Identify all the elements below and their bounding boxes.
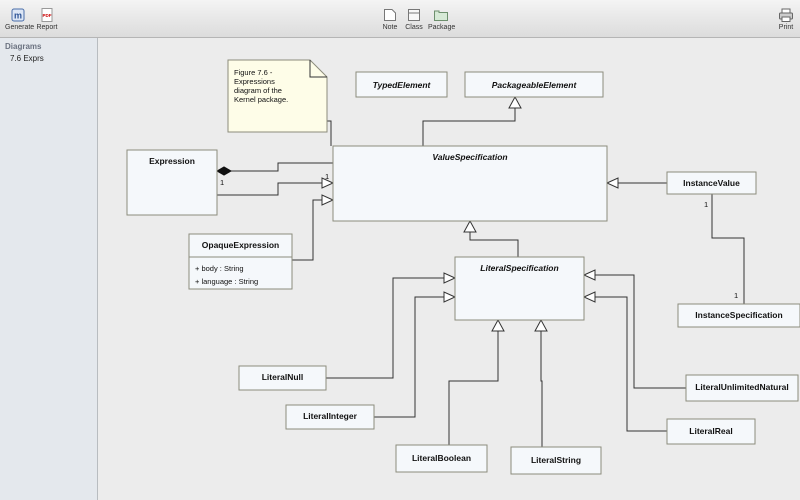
note-line: Kernel package. <box>234 95 288 104</box>
diagram-note[interactable]: Figure 7.6 - Expressions diagram of the … <box>227 59 328 133</box>
toolbar: m Generate PDF Report Note Class Package <box>0 0 800 38</box>
note-line: diagram of the <box>234 86 282 95</box>
class-name: InstanceSpecification <box>695 310 782 320</box>
class-name: LiteralBoolean <box>412 453 471 463</box>
class-diagram: 1 1 1 1 Figure 7.6 - Expressions diagram… <box>126 59 800 475</box>
class-name: LiteralUnlimitedNatural <box>695 382 789 392</box>
composition-expression-operand <box>224 162 333 172</box>
class-opaque-expression[interactable]: OpaqueExpression + body : String + langu… <box>188 233 293 290</box>
note-line: Expressions <box>234 77 275 86</box>
generalization-literalinteger <box>374 296 455 418</box>
class-instance-specification[interactable]: InstanceSpecification <box>677 303 800 328</box>
printer-icon <box>779 8 793 22</box>
class-packageable-element[interactable]: PackageableElement <box>464 71 604 98</box>
package-tool-button[interactable]: Package <box>428 8 456 31</box>
generalization-arrowhead <box>582 269 596 281</box>
class-name: LiteralReal <box>689 426 732 436</box>
class-name: TypedElement <box>373 80 432 90</box>
note-tool-button[interactable]: Note <box>381 8 399 31</box>
generalization-literalunlimited <box>584 274 686 389</box>
class-name: PackageableElement <box>492 80 578 90</box>
generalization-literalreal <box>584 296 667 432</box>
pdf-icon: PDF <box>41 8 53 22</box>
class-expression[interactable]: Expression <box>126 149 218 216</box>
class-name: LiteralInteger <box>303 411 358 421</box>
note-line: Figure 7.6 - <box>234 68 273 77</box>
generalization-arrowhead <box>463 219 477 233</box>
generate-button[interactable]: m Generate <box>5 8 35 31</box>
print-button[interactable]: Print <box>776 8 796 31</box>
class-literal-unlimited-natural[interactable]: LiteralUnlimitedNatural <box>685 374 799 402</box>
class-tool-button[interactable]: Class <box>404 8 424 31</box>
class-literal-boolean[interactable]: LiteralBoolean <box>395 444 488 473</box>
generalization-arrowhead <box>321 194 335 206</box>
class-name: LiteralSpecification <box>480 263 558 273</box>
class-typed-element[interactable]: TypedElement <box>355 71 448 98</box>
multiplicity-label: 1 <box>704 200 708 209</box>
note-label: Note <box>382 24 398 31</box>
generalization-valuespec-packageable <box>422 97 516 146</box>
pdf-icon-text: PDF <box>43 13 52 18</box>
class-name: Expression <box>149 156 195 166</box>
class-literal-real[interactable]: LiteralReal <box>666 418 756 445</box>
generalization-arrowhead <box>582 291 596 303</box>
sidebar-header: Diagrams <box>5 42 42 51</box>
generate-icon: m <box>11 8 25 22</box>
association-instancevalue-instancespec <box>711 194 745 304</box>
class-name: InstanceValue <box>683 178 740 188</box>
class-name: LiteralNull <box>262 372 304 382</box>
package-label: Package <box>428 24 456 31</box>
class-attribute: + language : String <box>195 277 258 286</box>
multiplicity-label: 1 <box>220 178 224 187</box>
sidebar-item-diagram[interactable]: 7.6 Exprs <box>10 54 97 63</box>
class-value-specification[interactable]: ValueSpecification <box>332 145 608 222</box>
class-literal-integer[interactable]: LiteralInteger <box>285 404 375 430</box>
class-instance-value[interactable]: InstanceValue <box>666 171 757 195</box>
generalization-literalnull <box>326 277 455 379</box>
generalization-opaque-valuespec <box>292 199 333 261</box>
generalization-expression-valuespec <box>217 182 333 196</box>
class-icon <box>408 9 420 21</box>
note-icon <box>384 9 396 21</box>
generalization-arrowhead <box>491 318 505 332</box>
generalization-arrowhead <box>605 177 619 189</box>
generate-label: Generate <box>5 24 35 31</box>
package-icon <box>434 10 448 21</box>
diagram-canvas[interactable]: 1 1 1 1 Figure 7.6 - Expressions diagram… <box>98 38 800 500</box>
class-name: OpaqueExpression <box>202 240 279 250</box>
composition-diamond <box>215 166 233 176</box>
print-label: Print <box>778 24 794 31</box>
generalization-arrowhead <box>443 272 457 284</box>
generalization-literalstring <box>540 320 543 447</box>
generate-icon-text: m <box>14 11 22 21</box>
multiplicity-label: 1 <box>325 172 329 181</box>
generalization-literalboolean <box>448 320 499 445</box>
sidebar: Diagrams 7.6 Exprs <box>0 38 98 500</box>
class-name: ValueSpecification <box>432 152 507 162</box>
report-label: Report <box>36 24 58 31</box>
class-literal-specification[interactable]: LiteralSpecification <box>454 256 585 321</box>
report-button[interactable]: PDF Report <box>36 8 58 31</box>
class-label: Class <box>405 24 423 31</box>
class-literal-null[interactable]: LiteralNull <box>238 365 327 391</box>
multiplicity-label: 1 <box>734 291 738 300</box>
generalization-arrowhead <box>534 318 548 332</box>
generalization-arrowhead <box>508 95 522 109</box>
class-name: LiteralString <box>531 455 581 465</box>
class-literal-string[interactable]: LiteralString <box>510 446 602 475</box>
generalization-arrowhead <box>443 291 457 303</box>
class-attribute: + body : String <box>195 264 244 273</box>
generalization-literalspec-valuespec <box>469 221 519 257</box>
